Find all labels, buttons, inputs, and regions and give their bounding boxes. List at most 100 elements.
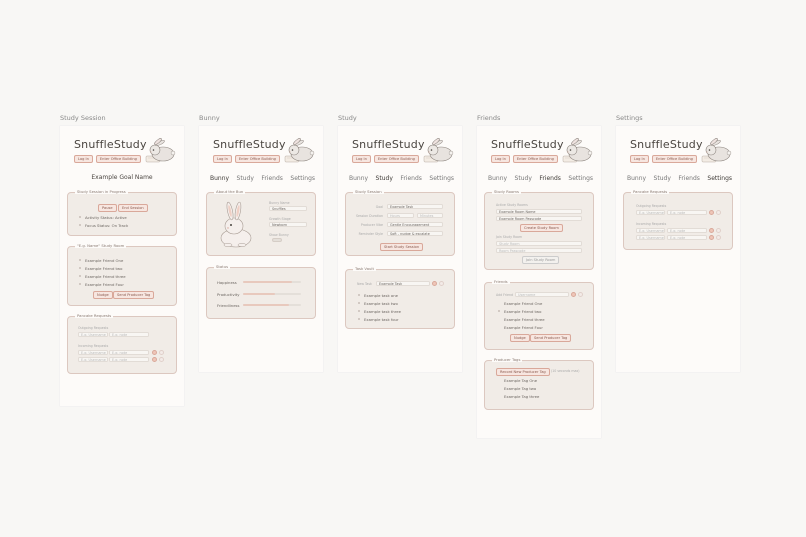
- incoming-username-input[interactable]: E.g. Username: [78, 350, 108, 355]
- login-button[interactable]: Log In: [630, 155, 649, 163]
- tab-settings[interactable]: Settings: [290, 175, 315, 182]
- login-button[interactable]: Log In: [74, 155, 93, 163]
- tab-settings[interactable]: Settings: [429, 175, 454, 182]
- outgoing-note-input[interactable]: E.g. note: [109, 332, 149, 337]
- create-study-room-button[interactable]: Create Study Room: [520, 224, 563, 232]
- accept-icon[interactable]: [709, 235, 714, 240]
- enter-office-button[interactable]: Enter Office Building: [651, 155, 697, 163]
- tab-bunny[interactable]: Bunny: [210, 175, 229, 182]
- end-session-button[interactable]: End Session: [118, 204, 148, 212]
- join-study-room-button[interactable]: Join Study Room: [522, 256, 560, 264]
- task-item[interactable]: Example task two: [364, 301, 398, 306]
- send-producer-tag-button[interactable]: Send Producer Tag: [113, 291, 155, 299]
- tag-item[interactable]: Example Tag three: [504, 394, 539, 399]
- decline-icon[interactable]: [159, 350, 164, 355]
- friend-item[interactable]: Example Friend Four: [85, 282, 124, 287]
- tab-bunny[interactable]: Bunny: [488, 175, 507, 182]
- enter-office-button[interactable]: Enter Office Building: [373, 155, 419, 163]
- friend-item[interactable]: Example Friend One: [504, 301, 542, 306]
- producer-vibe-select[interactable]: Gentle Encouragement: [387, 222, 443, 227]
- clear-task-icon[interactable]: [439, 281, 444, 286]
- reminder-style-select[interactable]: Soft - nudge & escalate: [387, 231, 443, 236]
- tab-bunny[interactable]: Bunny: [349, 175, 368, 182]
- incoming-requests-label: Incoming Requests: [78, 344, 109, 348]
- start-study-session-button[interactable]: Start Study Session: [380, 243, 424, 251]
- tab-friends[interactable]: Friends: [678, 175, 700, 182]
- task-item[interactable]: Example task three: [364, 309, 401, 314]
- accept-icon[interactable]: [709, 228, 714, 233]
- bunny-logo-icon: [562, 137, 593, 163]
- tag-item[interactable]: Example Tag two: [504, 386, 536, 391]
- login-button[interactable]: Log In: [352, 155, 371, 163]
- record-producer-tag-button[interactable]: Record New Producer Tag: [496, 368, 550, 376]
- frame-title-friends: Friends: [477, 114, 501, 122]
- task-item[interactable]: Example task four: [364, 317, 399, 322]
- join-room-passcode-input[interactable]: Room Passcode: [496, 248, 582, 253]
- accept-icon[interactable]: [152, 357, 157, 362]
- enter-office-button[interactable]: Enter Office Building: [512, 155, 558, 163]
- brand-title: SnuffleStudy: [630, 138, 703, 151]
- tab-bunny[interactable]: Bunny: [627, 175, 646, 182]
- nudge-button[interactable]: Nudge: [510, 334, 530, 342]
- tab-study[interactable]: Study: [237, 175, 254, 182]
- hours-input[interactable]: Hours: [387, 213, 414, 218]
- goal-name: Example Goal Name: [91, 174, 153, 181]
- add-friend-input[interactable]: Username: [515, 292, 569, 297]
- send-producer-tag-button[interactable]: Send Producer Tag: [530, 334, 572, 342]
- accept-icon[interactable]: [152, 350, 157, 355]
- friend-item[interactable]: Example Friend One: [85, 258, 123, 263]
- incoming-note-input[interactable]: E.g. note: [109, 357, 149, 362]
- friend-item[interactable]: Example Friend three: [504, 317, 545, 322]
- tab-friends[interactable]: Friends: [400, 175, 422, 182]
- room-name-input[interactable]: Example Room Name: [496, 209, 582, 214]
- friend-item[interactable]: Example Friend two: [85, 266, 122, 271]
- tab-friends[interactable]: Friends: [539, 175, 561, 182]
- new-task-input[interactable]: Example Task: [376, 281, 430, 286]
- nudge-button[interactable]: Nudge: [93, 291, 113, 299]
- decline-icon[interactable]: [716, 235, 721, 240]
- friend-item[interactable]: Example Friend two: [504, 309, 541, 314]
- outgoing-username-input[interactable]: E.g. Username: [78, 332, 108, 337]
- decline-icon[interactable]: [716, 228, 721, 233]
- about-bun-title: About the Bun: [214, 189, 246, 194]
- clear-friend-icon[interactable]: [578, 292, 583, 297]
- tab-study[interactable]: Study: [515, 175, 532, 182]
- join-room-name-input[interactable]: Study Room: [496, 241, 582, 246]
- friend-item[interactable]: Example Friend Four: [504, 325, 543, 330]
- incoming-note-input[interactable]: E.g. note: [667, 235, 707, 240]
- incoming-username-input[interactable]: E.g. Username: [636, 235, 665, 240]
- brand-title: SnuffleStudy: [213, 138, 286, 151]
- tab-friends[interactable]: Friends: [261, 175, 283, 182]
- incoming-username-input[interactable]: E.g. Username: [636, 228, 665, 233]
- add-friend-icon[interactable]: [571, 292, 576, 297]
- outgoing-note-input[interactable]: E.g. note: [667, 210, 707, 215]
- login-button[interactable]: Log In: [491, 155, 510, 163]
- add-task-icon[interactable]: [432, 281, 437, 286]
- main-nav: Bunny Study Friends Settings: [627, 175, 732, 182]
- incoming-note-input[interactable]: E.g. note: [109, 350, 149, 355]
- bunny-portrait-icon: [220, 201, 252, 248]
- friend-item[interactable]: Example Friend three: [85, 274, 126, 279]
- tab-study[interactable]: Study: [654, 175, 671, 182]
- tag-item[interactable]: Example Tag One: [504, 378, 537, 383]
- goal-select[interactable]: Example Task: [387, 204, 443, 209]
- bunny-name-input[interactable]: Snuffles: [269, 206, 307, 211]
- enter-office-button[interactable]: Enter Office Building: [95, 155, 141, 163]
- tab-settings[interactable]: Settings: [568, 175, 593, 182]
- minutes-input[interactable]: Minutes: [417, 213, 443, 218]
- pause-button[interactable]: Pause: [98, 204, 117, 212]
- accept-icon[interactable]: [709, 210, 714, 215]
- tab-settings[interactable]: Settings: [707, 175, 732, 182]
- enter-office-button[interactable]: Enter Office Building: [234, 155, 280, 163]
- decline-icon[interactable]: [159, 357, 164, 362]
- app-header: SnuffleStudy Log In Enter Office Buildin…: [60, 126, 184, 163]
- decline-icon[interactable]: [716, 210, 721, 215]
- outgoing-username-input[interactable]: E.g. Username: [636, 210, 665, 215]
- login-button[interactable]: Log In: [213, 155, 232, 163]
- task-item[interactable]: Example task one: [364, 293, 398, 298]
- show-bunny-toggle[interactable]: [272, 238, 282, 242]
- incoming-username-input[interactable]: E.g. Username: [78, 357, 108, 362]
- tab-study[interactable]: Study: [376, 175, 393, 182]
- room-passcode-input[interactable]: Example Room Passcode: [496, 216, 582, 221]
- incoming-note-input[interactable]: E.g. note: [667, 228, 707, 233]
